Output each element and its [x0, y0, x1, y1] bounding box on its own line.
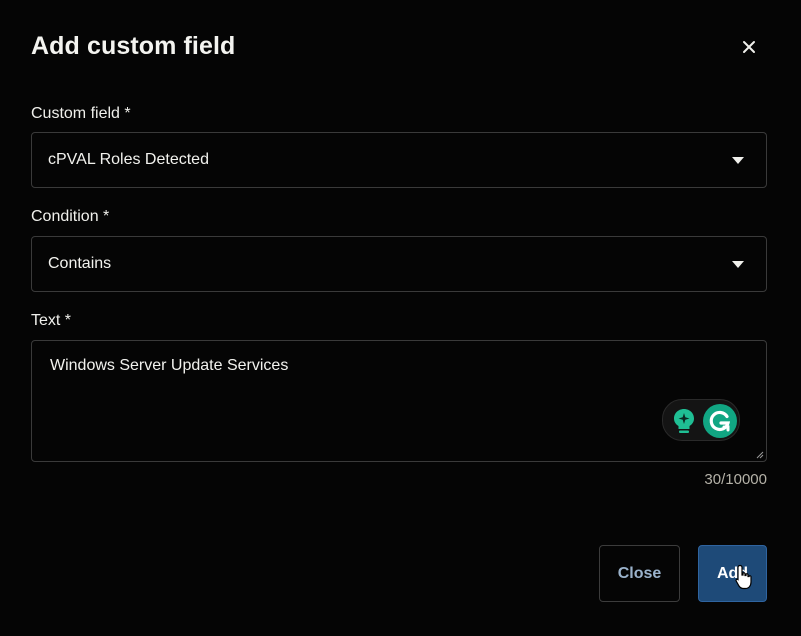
- add-button[interactable]: Add: [698, 545, 767, 602]
- custom-field-label: Custom field *: [31, 105, 131, 122]
- chevron-down-icon: [732, 261, 744, 269]
- condition-select[interactable]: Contains: [31, 236, 767, 292]
- grammarly-g-icon[interactable]: [703, 404, 737, 438]
- text-label: Text *: [31, 312, 72, 329]
- add-custom-field-dialog: Add custom field Custom field * cPVAL Ro…: [0, 0, 801, 636]
- condition-value: Contains: [48, 255, 112, 272]
- resize-handle-icon[interactable]: [756, 451, 764, 459]
- chevron-down-icon: [732, 157, 744, 165]
- text-input[interactable]: Windows Server Update Services: [31, 340, 767, 462]
- close-icon[interactable]: [738, 36, 760, 58]
- custom-field-value: cPVAL Roles Detected: [48, 151, 209, 168]
- close-button[interactable]: Close: [599, 545, 680, 602]
- character-counter: 30/10000: [704, 471, 767, 488]
- text-input-value: Windows Server Update Services: [50, 357, 289, 374]
- dialog-title: Add custom field: [31, 32, 236, 60]
- custom-field-select[interactable]: cPVAL Roles Detected: [31, 132, 767, 188]
- lightbulb-sparkle-icon[interactable]: [672, 407, 696, 435]
- grammarly-widget[interactable]: [662, 399, 740, 441]
- condition-label: Condition *: [31, 208, 110, 225]
